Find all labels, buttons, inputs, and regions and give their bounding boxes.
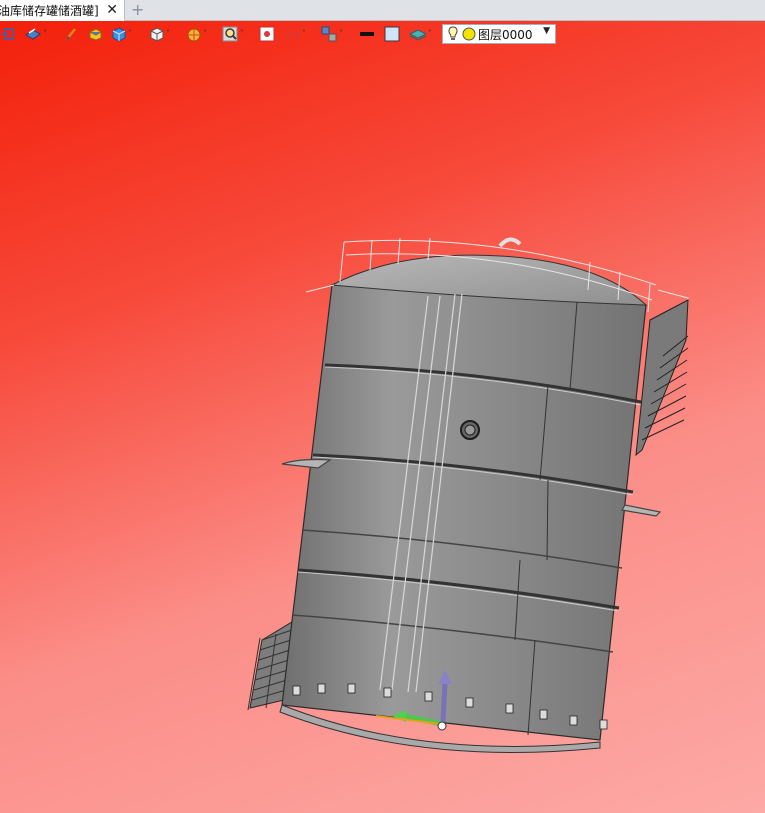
zoom-icon[interactable]: ˅ (222, 25, 244, 43)
section-icon[interactable]: ˅ (186, 25, 207, 43)
layer-stack-icon[interactable]: ˅ (409, 25, 432, 43)
close-icon[interactable]: ✕ (106, 2, 118, 18)
add-tab-icon[interactable]: + (131, 0, 144, 20)
layer-color-icon[interactable] (462, 27, 476, 41)
snapshot-icon[interactable] (259, 25, 275, 43)
render-mode-icon[interactable]: ˅ (24, 25, 47, 43)
chevron-down-icon[interactable]: ▼ (543, 26, 550, 36)
3d-viewport[interactable] (0, 21, 765, 813)
layer-select-value: 图层0000 (478, 27, 533, 42)
arrange-icon[interactable]: ˅ (321, 25, 343, 43)
document-tab[interactable]: 油库储存罐储酒罐] ✕ (0, 0, 125, 21)
app-window: 油库储存罐储酒罐] ✕ + ˅ ˅ ˅ ˅ ˅ ˅ ˅ ˅ 图层0000 ▼ (0, 0, 765, 813)
color-swatch-icon[interactable] (384, 25, 400, 43)
box-yellow-icon[interactable] (88, 25, 103, 43)
line-style-icon[interactable] (359, 25, 375, 43)
cube-blue-icon[interactable]: ˅ (111, 25, 132, 43)
cube-white-icon[interactable]: ˅ (149, 25, 170, 43)
document-tab-bar: 油库储存罐储酒罐] ✕ + (0, 0, 765, 21)
document-tab-title: 油库储存罐储酒罐] (0, 4, 99, 18)
layer-select[interactable]: 图层0000 ▼ (442, 24, 556, 44)
measure-icon[interactable]: ˅ (285, 25, 306, 43)
tank-body (279, 254, 648, 753)
tank-model (247, 237, 689, 753)
lightbulb-icon[interactable] (447, 26, 459, 42)
top-nozzle (498, 237, 522, 248)
pen-icon[interactable] (64, 25, 78, 43)
view-orient-icon[interactable] (2, 25, 16, 43)
